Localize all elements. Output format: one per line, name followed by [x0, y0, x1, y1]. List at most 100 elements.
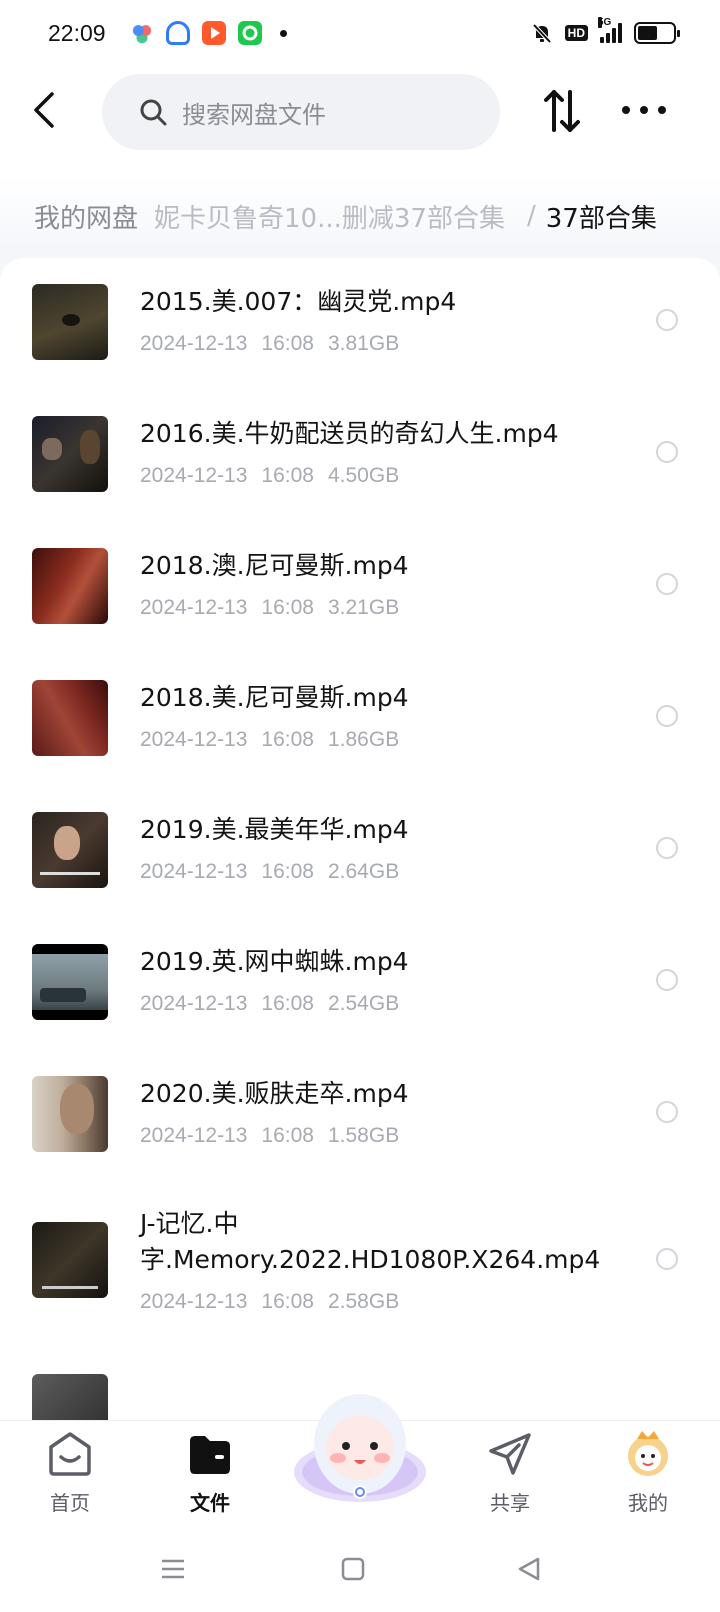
file-meta: 2024-12-13 16:08 2.64GB	[140, 860, 399, 884]
nav-home[interactable]: 首页	[20, 1429, 120, 1516]
network-type-label: 5G	[598, 17, 612, 28]
home-icon	[49, 1432, 91, 1476]
file-row[interactable]: 2018.澳.尼可曼斯.mp4 2024-12-13 16:08 3.21GB	[0, 522, 720, 654]
file-meta: 2024-12-13 16:08 2.54GB	[140, 992, 399, 1016]
file-name: 2020.美.贩肤走卒.mp4	[140, 1079, 409, 1108]
file-size: 1.86GB	[327, 728, 400, 751]
file-time: 16:08	[261, 1290, 314, 1313]
breadcrumb-root[interactable]: 我的网盘	[34, 198, 138, 235]
select-radio[interactable]	[656, 837, 678, 859]
video-thumbnail	[32, 284, 108, 360]
video-thumbnail	[32, 944, 108, 1020]
file-list: 2015.美.007：幽灵党.mp4 2024-12-13 16:08 3.81GB…	[0, 258, 720, 1420]
breadcrumb-separator: /	[526, 201, 536, 231]
nav-label: 我的	[628, 1491, 668, 1515]
video-thumbnail	[32, 812, 108, 888]
file-time: 16:08	[261, 464, 314, 487]
file-time: 16:08	[261, 1124, 314, 1147]
file-time: 16:08	[261, 728, 314, 751]
file-date: 2024-12-13	[140, 464, 248, 487]
file-name: 2019.英.网中蜘蛛.mp4	[140, 947, 409, 976]
video-thumbnail	[32, 548, 108, 624]
select-radio[interactable]	[656, 573, 678, 595]
video-thumbnail	[32, 680, 108, 756]
file-name: 2018.澳.尼可曼斯.mp4	[140, 551, 409, 580]
nav-label: 文件	[190, 1491, 230, 1515]
avatar-icon	[628, 1431, 668, 1476]
select-radio[interactable]	[656, 969, 678, 991]
breadcrumb-middle[interactable]: 妮卡贝鲁奇10...删减37部合集	[154, 198, 505, 235]
file-row[interactable]: 2016.美.牛奶配送员的奇幻人生.mp4 2024-12-13 16:08 4.5…	[0, 390, 720, 522]
cloud-app-icon	[165, 21, 190, 45]
status-time: 22:09	[48, 19, 106, 46]
file-row[interactable]: 2019.英.网中蜘蛛.mp4 2024-12-13 16:08 2.54GB	[0, 918, 720, 1050]
search-input[interactable]: 搜索网盘文件	[102, 74, 500, 150]
file-size: 3.81GB	[327, 332, 400, 355]
file-meta: 2024-12-13 16:08 3.81GB	[140, 332, 399, 356]
breadcrumb-current: 37部合集	[545, 203, 657, 234]
file-date: 2024-12-13	[140, 596, 248, 619]
signal-icon: 5G	[598, 17, 622, 43]
file-size: 2.64GB	[327, 860, 400, 883]
back-triangle-icon[interactable]	[514, 1554, 544, 1584]
file-meta: 2024-12-13 16:08 1.86GB	[140, 728, 399, 752]
file-name: 2015.美.007：幽灵党.mp4	[140, 287, 457, 316]
mascot-assistant-icon[interactable]	[288, 1380, 432, 1508]
sort-arrows-icon[interactable]	[540, 86, 584, 136]
file-date: 2024-12-13	[140, 1290, 248, 1313]
video-thumbnail	[32, 1076, 108, 1152]
select-radio[interactable]	[656, 1248, 678, 1270]
share-icon	[489, 1433, 531, 1475]
video-thumbnail	[32, 1374, 108, 1420]
battery-level	[638, 26, 657, 40]
search-placeholder: 搜索网盘文件	[182, 100, 326, 129]
file-date: 2024-12-13	[140, 992, 248, 1015]
nav-share[interactable]: 共享	[460, 1429, 560, 1516]
baidu-app-icon	[129, 21, 154, 45]
menu-lines-icon[interactable]	[158, 1554, 188, 1584]
more-dots-icon[interactable]	[622, 92, 666, 128]
chevron-left-icon[interactable]	[26, 88, 66, 132]
file-date: 2024-12-13	[140, 332, 248, 355]
file-size: 1.58GB	[327, 1124, 400, 1147]
file-meta: 2024-12-13 16:08 1.58GB	[140, 1124, 399, 1148]
file-row[interactable]: J-记忆.中字.Memory.2022.HD1080P.X264.mp4 202…	[0, 1182, 720, 1366]
system-nav-bar	[0, 1530, 720, 1612]
file-date: 2024-12-13	[140, 860, 248, 883]
file-meta: 2024-12-13 16:08 3.21GB	[140, 596, 399, 620]
folder-icon	[190, 1436, 230, 1474]
file-name: 2019.美.最美年华.mp4	[140, 815, 409, 844]
battery-icon	[634, 22, 680, 44]
nav-label: 首页	[50, 1491, 90, 1515]
search-icon	[140, 99, 167, 126]
file-name: 2018.美.尼可曼斯.mp4	[140, 683, 409, 712]
select-radio[interactable]	[656, 1101, 678, 1123]
mute-bell-icon	[532, 23, 552, 44]
nav-files[interactable]: 文件	[160, 1429, 260, 1516]
file-meta: 2024-12-13 16:08 2.58GB	[140, 1290, 399, 1314]
file-row[interactable]: 2015.美.007：幽灵党.mp4 2024-12-13 16:08 3.81GB	[0, 258, 720, 390]
nav-me[interactable]: 我的	[598, 1429, 698, 1516]
file-meta: 2024-12-13 16:08 4.50GB	[140, 464, 399, 488]
file-size: 2.58GB	[327, 1290, 400, 1313]
file-row[interactable]: 2019.美.最美年华.mp4 2024-12-13 16:08 2.64GB	[0, 786, 720, 918]
file-row[interactable]: 2018.美.尼可曼斯.mp4 2024-12-13 16:08 1.86GB	[0, 654, 720, 786]
video-thumbnail	[32, 1222, 108, 1298]
file-name: 2016.美.牛奶配送员的奇幻人生.mp4	[140, 419, 559, 448]
select-radio[interactable]	[656, 705, 678, 727]
file-time: 16:08	[261, 860, 314, 883]
home-square-icon[interactable]	[338, 1554, 368, 1584]
select-radio[interactable]	[656, 309, 678, 331]
file-size: 4.50GB	[327, 464, 400, 487]
file-time: 16:08	[261, 332, 314, 355]
file-time: 16:08	[261, 992, 314, 1015]
file-row[interactable]: 2020.美.贩肤走卒.mp4 2024-12-13 16:08 1.58GB	[0, 1050, 720, 1182]
notification-dot	[279, 29, 287, 37]
video-app-icon	[201, 21, 226, 45]
select-radio[interactable]	[656, 441, 678, 463]
hd-badge: HD	[564, 25, 588, 41]
file-size: 3.21GB	[327, 596, 400, 619]
status-indicators: HD 5G	[531, 17, 680, 44]
video-thumbnail	[32, 416, 108, 492]
top-header: 搜索网盘文件	[0, 66, 720, 176]
